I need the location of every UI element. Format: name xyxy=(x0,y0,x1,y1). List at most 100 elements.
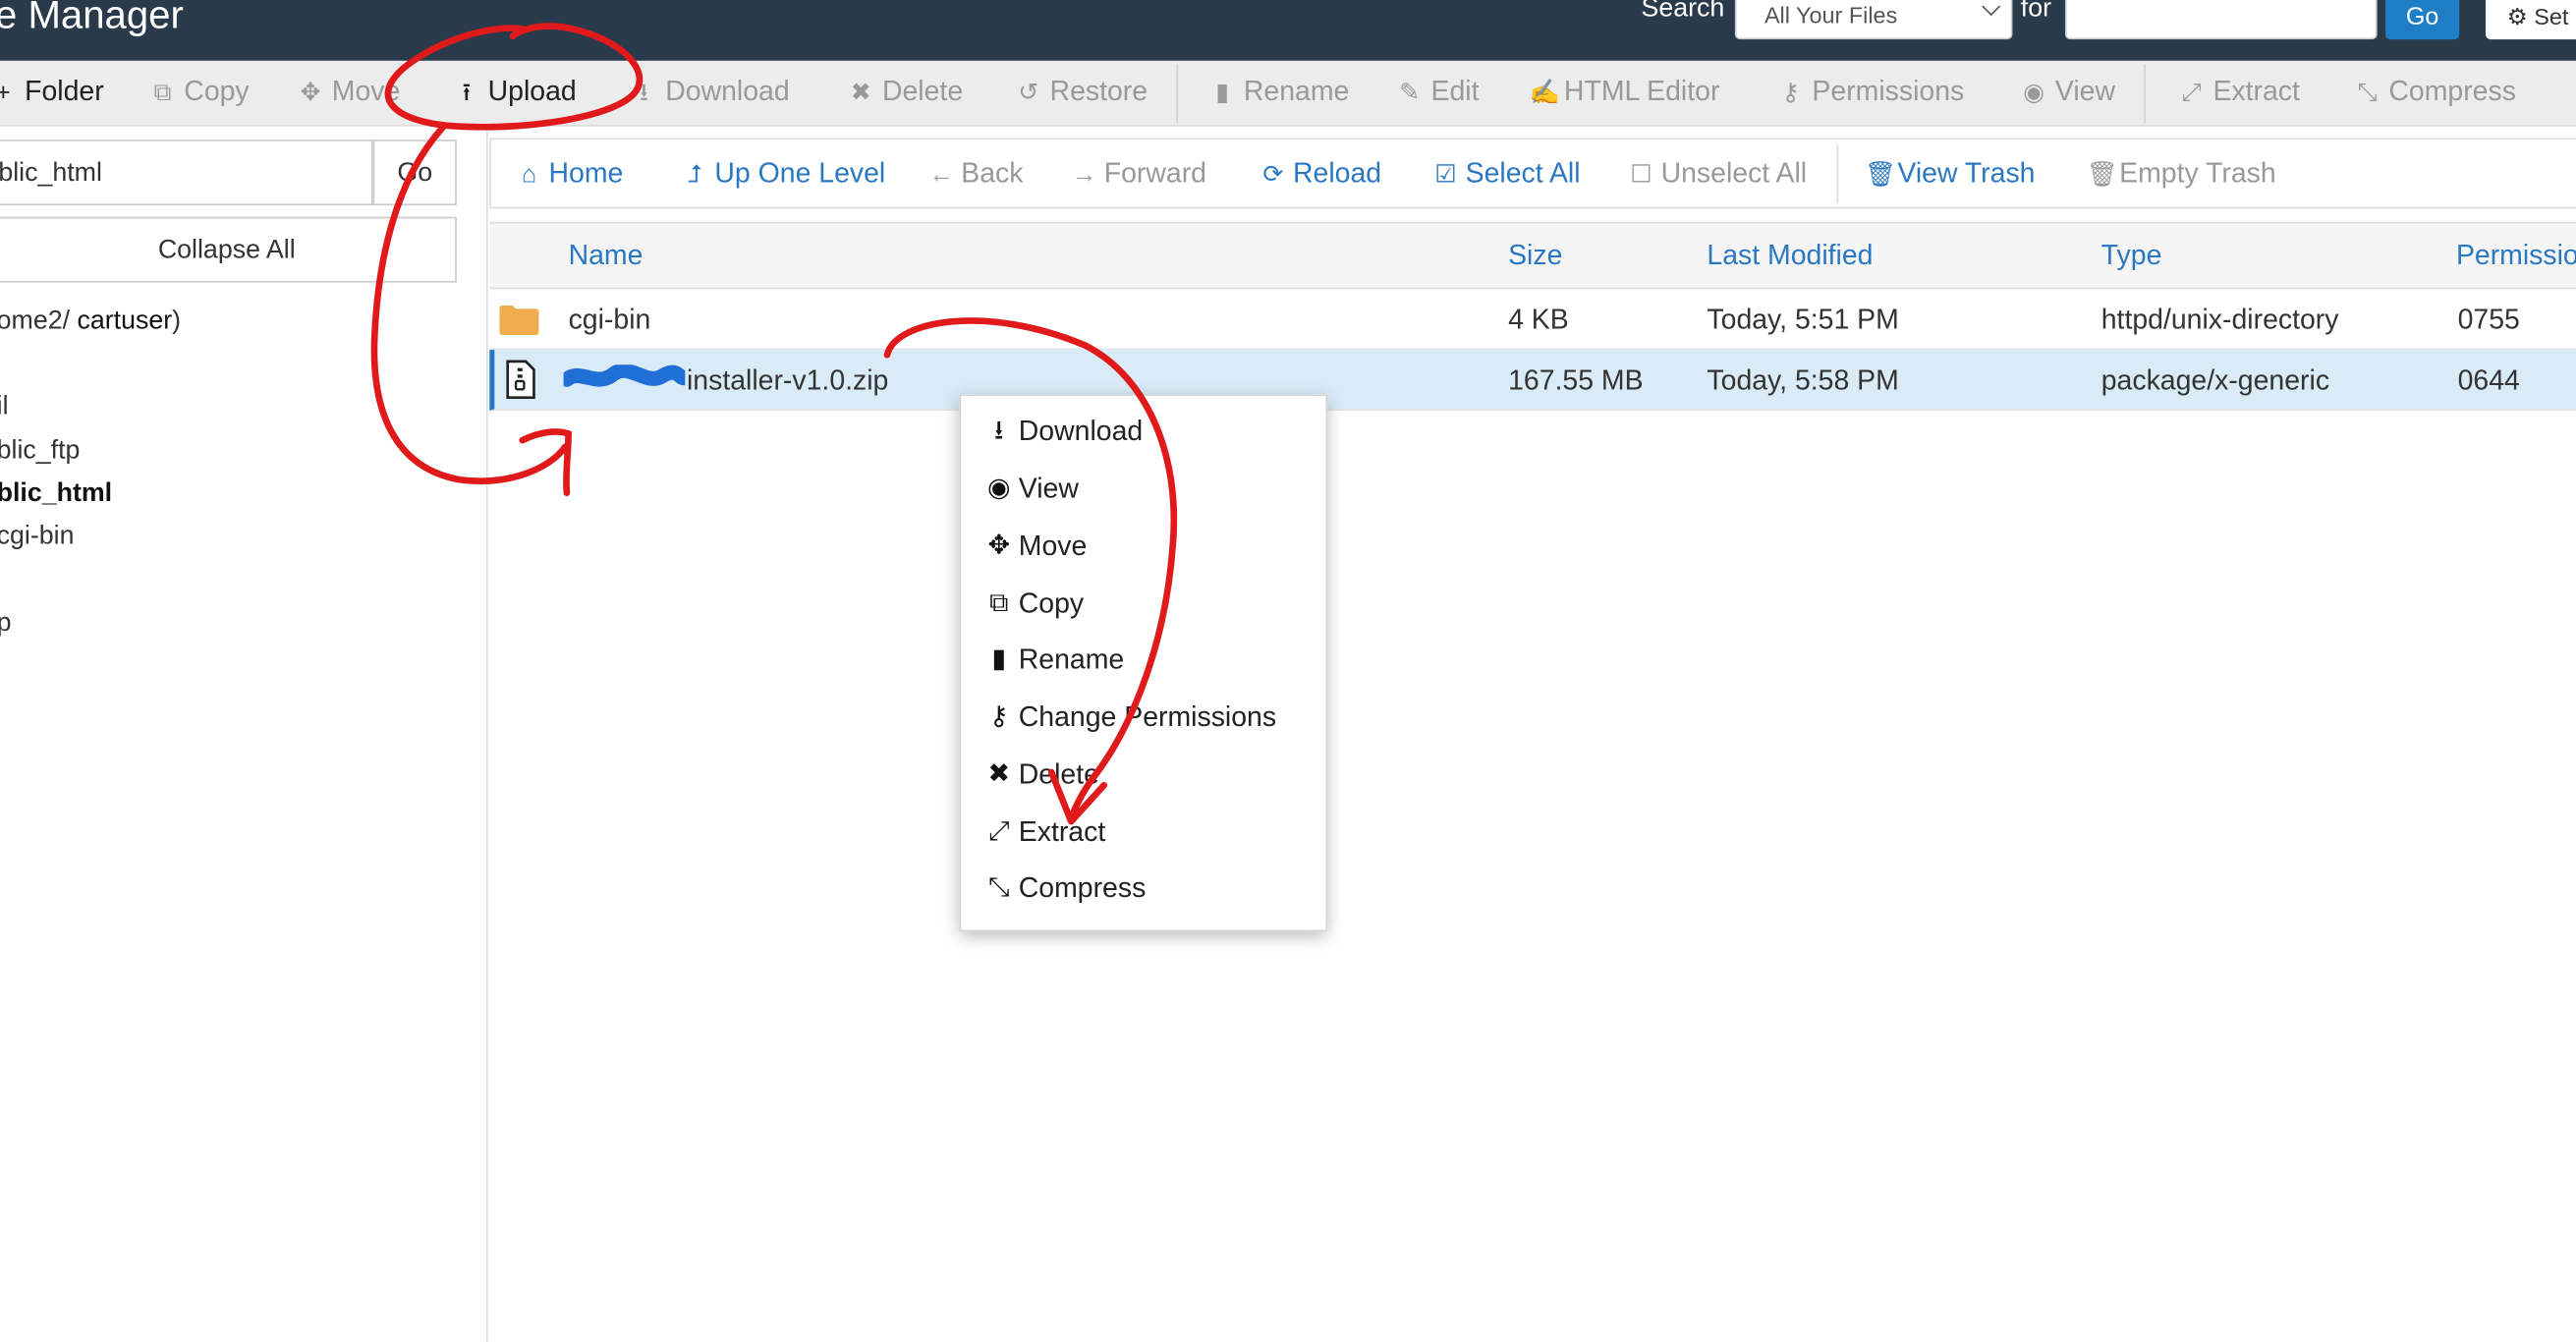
toolbar-divider xyxy=(2144,64,2146,124)
toolbar-label: View xyxy=(2054,75,2116,107)
forward-button[interactable]: → Forward xyxy=(1071,158,1206,191)
collapse-all-button[interactable]: Collapse All xyxy=(0,216,457,283)
restore-button[interactable]: ↺ Restore xyxy=(1015,76,1148,108)
context-label: Delete xyxy=(1018,758,1099,791)
move-icon: ✥ xyxy=(300,78,321,106)
compress-icon: ⤡ xyxy=(987,873,1010,903)
view-button[interactable]: ◉ View xyxy=(2021,76,2115,108)
tree-item[interactable]: p xyxy=(0,609,12,639)
file-table-header: Name Size Last Modified Type Permissio xyxy=(489,221,2576,290)
tree-item-current[interactable]: blic_html xyxy=(0,479,112,509)
context-delete-item[interactable]: ✖ Delete xyxy=(985,758,1099,792)
arrow-right-icon: → xyxy=(1072,160,1097,189)
file-type: httpd/unix-directory xyxy=(2100,304,2339,336)
trash-icon: 🗑 xyxy=(1864,160,1896,189)
context-copy-item[interactable]: ⧉ Copy xyxy=(985,588,1084,621)
toolbar-label: Restore xyxy=(1049,75,1148,107)
column-size[interactable]: Size xyxy=(1508,240,1562,272)
path-go-button[interactable]: Go xyxy=(372,140,457,206)
path-input[interactable]: blic_html xyxy=(0,140,373,206)
context-move-item[interactable]: ✥ Move xyxy=(985,531,1087,563)
search-go-button[interactable]: Go xyxy=(2385,0,2460,40)
home-button[interactable]: ⌂ Home xyxy=(516,158,623,191)
file-size: 167.55 MB xyxy=(1508,364,1644,397)
unselect-all-button[interactable]: ☐ Unselect All xyxy=(1628,158,1807,191)
toolbar-label: Copy xyxy=(184,75,250,107)
tree-item[interactable]: il xyxy=(0,393,9,422)
copy-button[interactable]: ⧉ Copy xyxy=(149,75,250,108)
toolbar-label: Move xyxy=(331,75,401,107)
delete-button[interactable]: ✖ Delete xyxy=(848,76,963,108)
pencil-icon: ✎ xyxy=(1399,78,1421,106)
toolbar-label: Rename xyxy=(1243,75,1350,107)
column-name[interactable]: Name xyxy=(569,240,644,272)
table-row-selected[interactable]: installer-v1.0.zip 167.55 MB Today, 5:58… xyxy=(489,350,2576,412)
toolbar-label: Upload xyxy=(487,75,577,107)
nav-label: Select All xyxy=(1465,157,1581,190)
context-download-item[interactable]: ⭳ Download xyxy=(985,416,1143,448)
context-extract-item[interactable]: ⤢ Extract xyxy=(985,816,1105,849)
context-view-item[interactable]: ◉ View xyxy=(985,474,1079,506)
nav-label: Back xyxy=(961,157,1024,190)
context-label: View xyxy=(1018,473,1079,505)
back-button[interactable]: ← Back xyxy=(928,158,1024,191)
restore-icon: ↺ xyxy=(1018,78,1039,106)
search-input[interactable] xyxy=(2064,0,2378,40)
tree-root-user: cartuser xyxy=(77,307,173,336)
reload-icon: ⟳ xyxy=(1262,160,1284,189)
file-modified: Today, 5:51 PM xyxy=(1707,304,1899,336)
download-icon: ⭳ xyxy=(640,78,648,106)
toolbar-label: Folder xyxy=(25,75,104,107)
context-compress-item[interactable]: ⤡ Compress xyxy=(985,872,1146,905)
column-permissions[interactable]: Permissio xyxy=(2456,240,2576,272)
download-button[interactable]: ⭳ Download xyxy=(631,76,790,108)
nav-label: Reload xyxy=(1293,157,1382,190)
download-icon: ⭳ xyxy=(993,417,1004,446)
table-row[interactable]: cgi-bin 4 KB Today, 5:51 PM httpd/unix-d… xyxy=(489,289,2576,351)
new-folder-button[interactable]: + Folder xyxy=(0,76,104,108)
plus-icon: + xyxy=(0,80,17,104)
file-name[interactable]: cgi-bin xyxy=(569,304,651,336)
toolbar-label: Permissions xyxy=(1812,75,1965,107)
column-type[interactable]: Type xyxy=(2101,240,2162,272)
for-label: for xyxy=(2020,0,2052,24)
nav-label: View Trash xyxy=(1897,157,2036,190)
rename-button[interactable]: ▮ Rename xyxy=(1209,75,1350,108)
nav-label: Empty Trash xyxy=(2119,157,2276,190)
upload-button[interactable]: ⭱ Upload xyxy=(454,75,577,108)
toolbar-label: HTML Editor xyxy=(1563,75,1720,107)
app-title: e Manager xyxy=(0,0,184,38)
nav-divider xyxy=(1836,144,1839,204)
file-name[interactable]: installer-v1.0.zip xyxy=(687,364,888,397)
settings-button[interactable]: ⚙ Set xyxy=(2486,0,2576,40)
up-one-level-button[interactable]: ⮥ Up One Level xyxy=(682,158,885,191)
tree-item[interactable]: blic_ftp xyxy=(0,437,80,467)
toolbar-label: Extract xyxy=(2212,75,2300,107)
html-editor-button[interactable]: ✍ HTML Editor xyxy=(1530,76,1720,108)
checkbox-checked-icon: ☑ xyxy=(1434,160,1457,189)
empty-trash-button[interactable]: 🗑 Empty Trash xyxy=(2087,158,2276,191)
context-change-permissions-item[interactable]: ⚷ Change Permissions xyxy=(985,701,1276,734)
extract-button[interactable]: ⤢ Extract xyxy=(2178,76,2300,108)
folder-icon xyxy=(499,306,539,336)
move-button[interactable]: ✥ Move xyxy=(298,76,401,108)
compress-button[interactable]: ⤡ Compress xyxy=(2354,76,2516,108)
upload-arrowhead-annotation xyxy=(519,428,572,497)
search-scope-select[interactable]: All Your Files xyxy=(1734,0,2013,40)
nav-label: Unselect All xyxy=(1660,157,1808,190)
permissions-button[interactable]: ⚷ Permissions xyxy=(1777,75,1965,108)
edit-button[interactable]: ✎ Edit xyxy=(1396,76,1479,108)
select-all-button[interactable]: ☑ Select All xyxy=(1432,158,1580,191)
tree-root[interactable]: ome2/ cartuser) xyxy=(0,308,181,337)
tree-item[interactable]: cgi-bin xyxy=(0,523,74,552)
copy-icon: ⧉ xyxy=(153,78,172,106)
toolbar-label: Delete xyxy=(881,75,964,107)
context-label: Change Permissions xyxy=(1018,701,1277,733)
view-trash-button[interactable]: 🗑 View Trash xyxy=(1865,158,2036,191)
file-modified: Today, 5:58 PM xyxy=(1707,364,1899,397)
home-icon: ⌂ xyxy=(521,160,537,189)
move-icon: ✥ xyxy=(987,531,1010,561)
context-rename-item[interactable]: ▮ Rename xyxy=(985,644,1124,677)
reload-button[interactable]: ⟳ Reload xyxy=(1260,157,1382,191)
column-last-modified[interactable]: Last Modified xyxy=(1707,240,1873,272)
